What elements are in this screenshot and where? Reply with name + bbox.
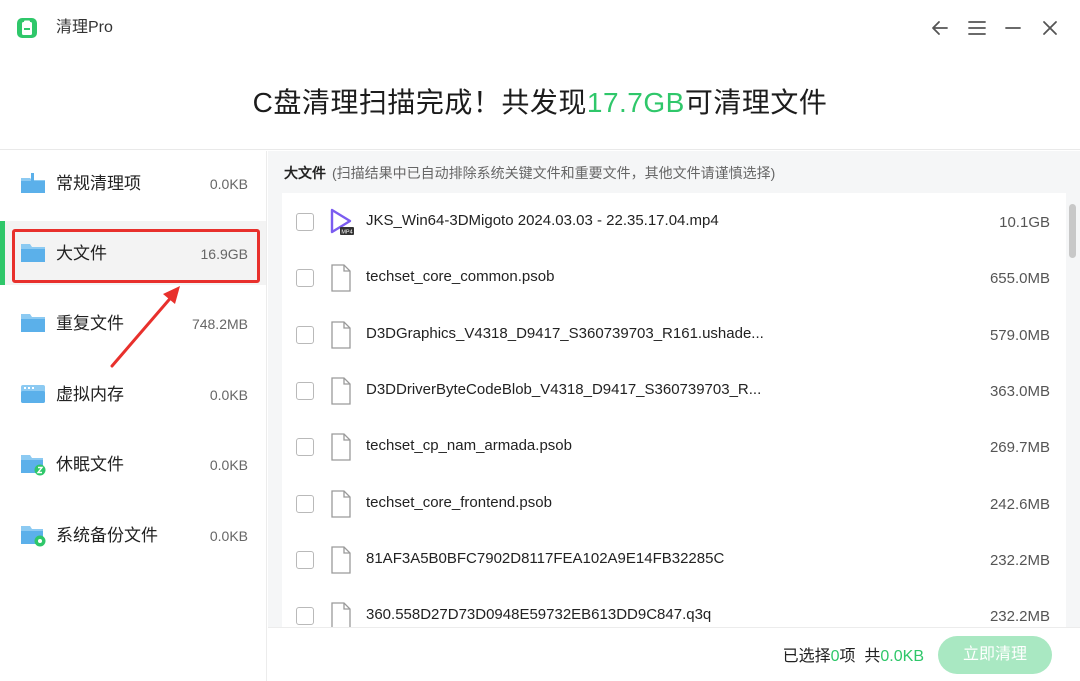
section-title: 大文件	[284, 165, 326, 181]
hamburger-menu-icon	[968, 21, 986, 35]
file-size: 655.0MB	[989, 270, 1050, 287]
menu-button[interactable]	[965, 16, 989, 40]
file-name: D3DGraphics_V4318_D9417_S360739703_R161.…	[366, 325, 764, 342]
sidebar-item-system-backup[interactable]: 系统备份文件 0.0KB	[0, 503, 266, 567]
sidebar-item-size: 0.0KB	[209, 457, 248, 473]
minimize-icon	[1005, 27, 1021, 29]
backup-folder-icon	[21, 526, 46, 547]
file-checkbox[interactable]	[296, 382, 314, 400]
file-icon	[331, 264, 351, 292]
clean-now-button[interactable]: 立即清理	[938, 636, 1052, 674]
category-sidebar: 常规清理项 0.0KB 大文件 16.9GB 重复文件 748.2MB 虚拟内存…	[0, 151, 267, 681]
list-item[interactable]: MP4 JKS_Win64-3DMigoto 2024.03.03 - 22.3…	[282, 193, 1066, 249]
file-checkbox[interactable]	[296, 551, 314, 569]
file-icon	[331, 546, 351, 574]
scan-result-header: C盘清理扫描完成！共发现17.7GB可清理文件	[0, 56, 1080, 150]
sleep-folder-icon	[21, 455, 46, 476]
sidebar-item-duplicates[interactable]: 重复文件 748.2MB	[0, 291, 266, 355]
section-hint: (扫描结果中已自动排除系统关键文件和重要文件，其他文件请谨慎选择)	[332, 165, 776, 181]
close-button[interactable]	[1038, 16, 1062, 40]
duplicate-folder-icon	[21, 314, 45, 332]
file-icon	[331, 433, 351, 461]
file-list-scrollbar[interactable]	[1069, 204, 1076, 258]
sidebar-item-size: 0.0KB	[209, 387, 248, 403]
close-icon	[1043, 21, 1057, 35]
file-results-panel: 大文件 (扫描结果中已自动排除系统关键文件和重要文件，其他文件请谨慎选择) MP4…	[268, 151, 1080, 627]
folder-icon	[21, 244, 45, 262]
sidebar-item-label: 常规清理项	[56, 174, 141, 193]
sidebar-item-size: 0.0KB	[209, 528, 248, 544]
file-badge: MP4	[341, 230, 352, 236]
action-footer: 已选择0项 共0.0KB 立即清理	[268, 627, 1080, 681]
file-name: 81AF3A5B0BFC7902D8117FEA102A9E14FB32285C	[366, 550, 725, 567]
file-name: 360.558D27D73D0948E59732EB613DD9C847.q3q	[366, 606, 712, 623]
file-size: 579.0MB	[989, 327, 1050, 344]
sidebar-item-virtual-memory[interactable]: 虚拟内存 0.0KB	[0, 362, 266, 426]
file-name: techset_core_frontend.psob	[366, 494, 552, 511]
selected-unit: 项	[839, 648, 856, 665]
sidebar-item-label: 休眠文件	[56, 455, 124, 474]
file-checkbox[interactable]	[296, 495, 314, 513]
file-list: MP4 JKS_Win64-3DMigoto 2024.03.03 - 22.3…	[282, 193, 1066, 627]
headline-prefix: C盘清理扫描完成！共发现	[252, 87, 587, 118]
sidebar-item-large-files[interactable]: 大文件 16.9GB	[0, 221, 266, 285]
sidebar-item-label: 系统备份文件	[56, 526, 158, 545]
file-checkbox[interactable]	[296, 607, 314, 625]
section-heading: 大文件 (扫描结果中已自动排除系统关键文件和重要文件，其他文件请谨慎选择)	[284, 163, 775, 183]
app-title: 清理Pro	[56, 19, 113, 36]
selection-summary: 已选择0项 共0.0KB	[783, 646, 924, 668]
list-item[interactable]: D3DDriverByteCodeBlob_V4318_D9417_S36073…	[282, 362, 1066, 418]
video-file-icon: MP4	[330, 208, 354, 236]
file-size: 232.2MB	[989, 608, 1050, 625]
headline-total-size: 17.7GB	[586, 87, 685, 118]
sidebar-item-size: 16.9GB	[200, 246, 248, 262]
file-size: 242.6MB	[989, 496, 1050, 513]
list-item[interactable]: D3DGraphics_V4318_D9417_S360739703_R161.…	[282, 306, 1066, 362]
file-icon	[331, 490, 351, 518]
total-selected-size: 0.0KB	[880, 648, 924, 665]
sidebar-item-label: 大文件	[56, 244, 107, 263]
sidebar-item-label: 虚拟内存	[56, 385, 124, 404]
back-button[interactable]	[928, 16, 952, 40]
back-arrow-icon	[932, 21, 948, 35]
headline-suffix: 可清理文件	[684, 87, 828, 118]
file-name: D3DDriverByteCodeBlob_V4318_D9417_S36073…	[366, 381, 762, 398]
file-icon	[331, 321, 351, 349]
file-checkbox[interactable]	[296, 213, 314, 231]
file-icon	[331, 377, 351, 405]
list-item[interactable]: 81AF3A5B0BFC7902D8117FEA102A9E14FB32285C…	[282, 531, 1066, 587]
title-bar: 清理Pro	[0, 0, 1080, 56]
sidebar-item-label: 重复文件	[56, 314, 124, 333]
file-size: 363.0MB	[989, 383, 1050, 400]
file-checkbox[interactable]	[296, 269, 314, 287]
sidebar-item-size: 748.2MB	[191, 316, 248, 332]
file-name: techset_cp_nam_armada.psob	[366, 437, 572, 454]
file-checkbox[interactable]	[296, 438, 314, 456]
list-item[interactable]: techset_cp_nam_armada.psob 269.7MB	[282, 418, 1066, 474]
sidebar-item-hibernation[interactable]: 休眠文件 0.0KB	[0, 432, 266, 496]
file-checkbox[interactable]	[296, 326, 314, 344]
list-item[interactable]: 360.558D27D73D0948E59732EB613DD9C847.q3q…	[282, 587, 1066, 627]
list-item[interactable]: techset_core_common.psob 655.0MB	[282, 249, 1066, 305]
scan-result-headline: C盘清理扫描完成！共发现17.7GB可清理文件	[0, 85, 1080, 121]
selected-prefix: 已选择	[782, 648, 831, 665]
file-name: techset_core_common.psob	[366, 268, 555, 285]
file-size: 232.2MB	[989, 552, 1050, 569]
broom-folder-icon	[21, 173, 45, 193]
app-logo-icon	[17, 18, 37, 38]
sidebar-item-general[interactable]: 常规清理项 0.0KB	[0, 151, 266, 215]
file-size: 10.1GB	[999, 214, 1050, 231]
file-name: JKS_Win64-3DMigoto 2024.03.03 - 22.35.17…	[366, 212, 719, 229]
file-icon	[331, 602, 351, 627]
file-size: 269.7MB	[989, 439, 1050, 456]
total-prefix: 共	[864, 648, 881, 665]
minimize-button[interactable]	[1001, 16, 1025, 40]
memory-icon	[21, 385, 45, 403]
list-item[interactable]: techset_core_frontend.psob 242.6MB	[282, 475, 1066, 531]
sidebar-item-size: 0.0KB	[209, 176, 248, 192]
